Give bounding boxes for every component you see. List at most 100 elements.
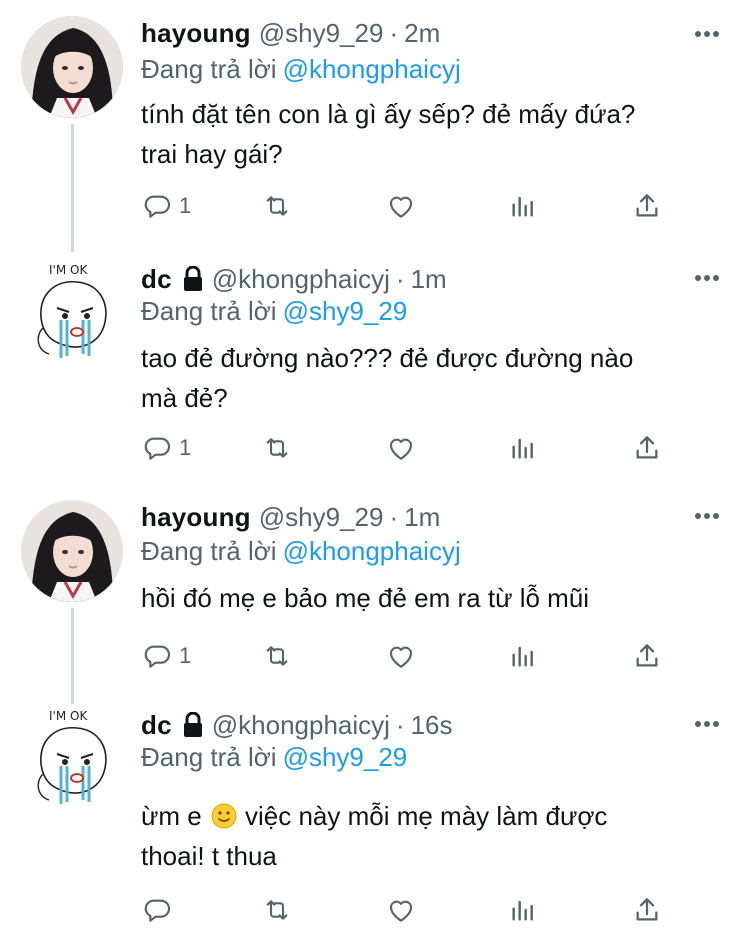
views-button[interactable] [507, 636, 539, 676]
user-handle[interactable]: @shy9_29 [259, 502, 384, 533]
heart-icon [389, 196, 413, 218]
more-options-icon[interactable] [694, 720, 720, 728]
tweet-text: tính đặt tên con là gì ấy sếp? đẻ mấy đứ… [141, 99, 636, 169]
tweet-header: hayoung @shy9_29 · 1m [141, 500, 440, 534]
replying-to-label: Đang trả lời [141, 536, 277, 566]
reply-icon [144, 437, 170, 460]
tweet[interactable]: hayoung @shy9_29 · 2m Đang trả lời @khong… [0, 0, 750, 250]
action-bar: 1 [141, 428, 681, 468]
display-name[interactable]: dc [141, 710, 172, 741]
display-name[interactable]: hayoung [141, 502, 251, 533]
reply-button[interactable]: 1 [141, 428, 191, 468]
reply-button[interactable]: 1 [141, 186, 191, 226]
replying-to-line: Đang trả lời @khongphaicyj [141, 54, 461, 85]
replying-to-line: Đang trả lời @shy9_29 [141, 296, 407, 327]
share-button[interactable] [631, 428, 663, 468]
separator: · [389, 501, 399, 532]
tweet-header: dc @khongphaicyj · 16s [141, 708, 453, 742]
heart-icon [389, 646, 413, 668]
retweet-button[interactable] [261, 186, 293, 226]
tweet-text-part: ừm e [141, 801, 202, 831]
timestamp[interactable]: 1m [404, 502, 440, 533]
reply-count: 1 [179, 435, 192, 460]
tweet-text: hồi đó mẹ e bảo mẹ đẻ em ra từ lỗ mũi [141, 583, 590, 613]
analytics-icon [512, 438, 533, 459]
action-bar: 1 [141, 186, 681, 226]
analytics-icon [512, 900, 533, 921]
replying-to-label: Đang trả lời [141, 54, 277, 84]
share-icon [636, 898, 658, 921]
tweet[interactable]: I'M OK dc @khongphaicyj · 16s Đang trả l… [0, 696, 750, 936]
separator: · [395, 709, 405, 740]
retweet-button[interactable] [261, 890, 293, 930]
share-icon [636, 436, 658, 459]
retweet-icon [266, 646, 288, 666]
retweet-icon [266, 196, 288, 216]
tweet-header: hayoung @shy9_29 · 2m [141, 16, 440, 50]
reply-count: 1 [179, 193, 192, 218]
retweet-button[interactable] [261, 636, 293, 676]
avatar[interactable]: I'M OK [21, 704, 123, 806]
reply-button[interactable] [141, 890, 179, 930]
replying-to-handle[interactable]: @khongphaicyj [283, 536, 461, 566]
tweet[interactable]: hayoung @shy9_29 · 1m Đang trả lời @khong… [0, 486, 750, 696]
reply-icon [144, 645, 170, 668]
tweet-header: dc @khongphaicyj · 1m [141, 262, 447, 296]
heart-icon [389, 900, 413, 922]
avatar-caption: I'M OK [49, 709, 88, 723]
like-button[interactable] [385, 186, 417, 226]
avatar[interactable] [21, 16, 123, 118]
reply-icon [144, 195, 170, 218]
avatar-caption: I'M OK [49, 263, 88, 277]
avatar[interactable]: I'M OK [21, 258, 123, 360]
replying-to-line: Đang trả lời @shy9_29 [141, 742, 407, 773]
timestamp[interactable]: 1m [411, 264, 447, 295]
display-name[interactable]: dc [141, 264, 172, 295]
share-icon [636, 194, 658, 217]
tweet[interactable]: I'M OK dc @khongphaicyj · 1m Đang trả lờ… [0, 250, 750, 486]
separator: · [395, 263, 405, 294]
share-button[interactable] [631, 186, 663, 226]
display-name[interactable]: hayoung [141, 18, 251, 49]
slightly-smiling-face-icon [211, 803, 237, 829]
tweet-text: ừm e việc này mỗi mẹ mày làm được thoai!… [141, 796, 721, 876]
like-button[interactable] [385, 428, 417, 468]
replying-to-handle[interactable]: @shy9_29 [283, 742, 408, 772]
share-button[interactable] [631, 636, 663, 676]
views-button[interactable] [507, 186, 539, 226]
replying-to-handle[interactable]: @khongphaicyj [283, 54, 461, 84]
heart-icon [389, 438, 413, 460]
analytics-icon [512, 646, 533, 667]
timestamp[interactable]: 16s [411, 710, 453, 741]
like-button[interactable] [385, 890, 417, 930]
share-button[interactable] [631, 890, 663, 930]
user-handle[interactable]: @khongphaicyj [212, 710, 390, 741]
lock-icon [183, 712, 202, 737]
reply-count: 1 [179, 643, 192, 668]
more-options-icon[interactable] [694, 30, 720, 38]
timestamp[interactable]: 2m [404, 18, 440, 49]
separator: · [389, 17, 399, 48]
action-bar [141, 890, 681, 930]
views-button[interactable] [507, 890, 539, 930]
retweet-icon [266, 438, 288, 458]
avatar[interactable] [21, 500, 123, 602]
share-icon [636, 644, 658, 667]
lock-icon [183, 266, 202, 291]
replying-to-handle[interactable]: @shy9_29 [283, 296, 408, 326]
replying-to-line: Đang trả lời @khongphaicyj [141, 536, 461, 567]
reply-icon [144, 899, 170, 922]
replying-to-label: Đang trả lời [141, 742, 277, 772]
user-handle[interactable]: @khongphaicyj [212, 264, 390, 295]
retweet-icon [266, 900, 288, 920]
user-handle[interactable]: @shy9_29 [259, 18, 384, 49]
more-options-icon[interactable] [694, 274, 720, 282]
like-button[interactable] [385, 636, 417, 676]
views-button[interactable] [507, 428, 539, 468]
tweet-text: tao đẻ đường nào??? đẻ được đường nào mà… [141, 343, 634, 413]
reply-button[interactable]: 1 [141, 636, 191, 676]
replying-to-label: Đang trả lời [141, 296, 277, 326]
retweet-button[interactable] [261, 428, 293, 468]
more-options-icon[interactable] [694, 512, 720, 520]
action-bar: 1 [141, 636, 681, 676]
